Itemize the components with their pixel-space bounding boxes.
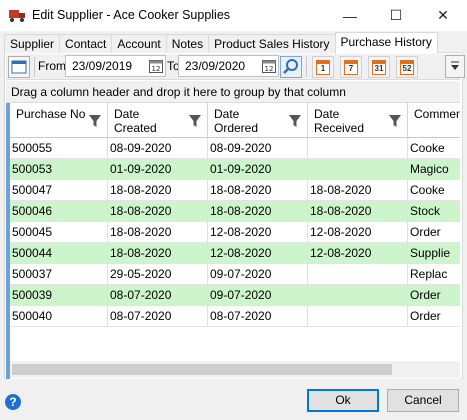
tab-purchase-history[interactable]: Purchase History <box>334 32 438 54</box>
filter-icon[interactable] <box>389 115 401 127</box>
tab-product-sales-history[interactable]: Product Sales History <box>208 34 336 53</box>
column-header-date-received[interactable]: Date Received <box>308 103 408 138</box>
period-7-days-button[interactable]: 7 <box>340 56 362 78</box>
toolbar-separator <box>34 57 35 77</box>
filter-icon[interactable] <box>89 115 101 127</box>
from-label: From <box>38 59 66 73</box>
table-row[interactable]: 500047 18-08-2020 18-08-2020 18-08-2020 … <box>10 180 460 201</box>
ok-button[interactable]: Ok <box>307 389 379 412</box>
svg-text:12: 12 <box>265 65 274 73</box>
table-row[interactable]: 500055 08-09-2020 08-09-2020 Cooke <box>10 138 460 159</box>
window-icon <box>11 60 27 74</box>
toolbar-separator <box>306 57 307 77</box>
toolbar-overflow-button[interactable] <box>445 55 465 78</box>
tab-contact[interactable]: Contact <box>59 34 113 53</box>
tab-supplier[interactable]: Supplier <box>4 34 61 53</box>
tab-notes[interactable]: Notes <box>165 34 210 53</box>
close-button[interactable]: ✕ <box>420 0 466 31</box>
table-row[interactable]: 500037 29-05-2020 09-07-2020 Replac <box>10 264 460 285</box>
period-31-days-button[interactable]: 31 <box>368 56 390 78</box>
scrollbar-thumb[interactable] <box>12 364 392 375</box>
column-header-purchase-no[interactable]: Purchase No <box>10 103 108 138</box>
chevron-down-icon <box>451 61 459 70</box>
maximize-button[interactable]: ☐ <box>373 0 419 31</box>
date-toolbar: From 23/09/2019 12 To 23/09/2020 12 1 7 … <box>6 54 465 80</box>
calendar-icon[interactable]: 12 <box>149 58 163 73</box>
period-52-weeks-button[interactable]: 52 <box>396 56 418 78</box>
to-date-field[interactable]: 23/09/2020 12 <box>178 55 279 77</box>
window-view-button[interactable] <box>8 56 30 78</box>
cancel-button[interactable]: Cancel <box>387 389 459 412</box>
table-row[interactable]: 500053 01-09-2020 01-09-2020 Magico <box>10 159 460 180</box>
tab-account[interactable]: Account <box>111 34 167 53</box>
tab-strip: Supplier Contact Account Notes Product S… <box>4 32 438 54</box>
svg-text:12: 12 <box>152 65 161 73</box>
column-header-comment[interactable]: Commen <box>408 103 460 138</box>
filter-icon[interactable] <box>189 115 201 127</box>
window-title: Edit Supplier - Ace Cooker Supplies <box>32 8 231 22</box>
from-date-value: 23/09/2019 <box>72 59 133 73</box>
table-row[interactable]: 500044 18-08-2020 12-08-2020 12-08-2020 … <box>10 243 460 264</box>
period-1-day-button[interactable]: 1 <box>312 56 334 78</box>
supplier-truck-icon <box>9 10 25 22</box>
table-row[interactable]: 500046 18-08-2020 18-08-2020 18-08-2020 … <box>10 201 460 222</box>
table-row[interactable]: 500040 08-07-2020 08-07-2020 Order <box>10 306 460 327</box>
column-header-date-ordered[interactable]: Date Ordered <box>208 103 308 138</box>
calendar-icon[interactable]: 12 <box>262 58 276 73</box>
minimize-button[interactable]: — <box>327 0 373 31</box>
search-button[interactable] <box>280 56 302 78</box>
column-header-date-created[interactable]: Date Created <box>108 103 208 138</box>
group-by-panel[interactable]: Drag a column header and drop it here to… <box>6 81 460 103</box>
horizontal-scrollbar[interactable] <box>10 361 460 378</box>
title-bar: Edit Supplier - Ace Cooker Supplies — ☐ … <box>0 0 467 31</box>
filter-icon[interactable] <box>289 115 301 127</box>
table-row[interactable]: 500039 08-07-2020 09-07-2020 Order <box>10 285 460 306</box>
purchase-history-grid: Purchase No Date Created Date Ordered Date… <box>6 103 460 379</box>
search-icon <box>283 59 298 74</box>
to-date-value: 23/09/2020 <box>185 59 246 73</box>
from-date-field[interactable]: 23/09/2019 12 <box>65 55 166 77</box>
table-row[interactable]: 500045 18-08-2020 12-08-2020 12-08-2020 … <box>10 222 460 243</box>
help-icon[interactable]: ? <box>5 394 21 410</box>
